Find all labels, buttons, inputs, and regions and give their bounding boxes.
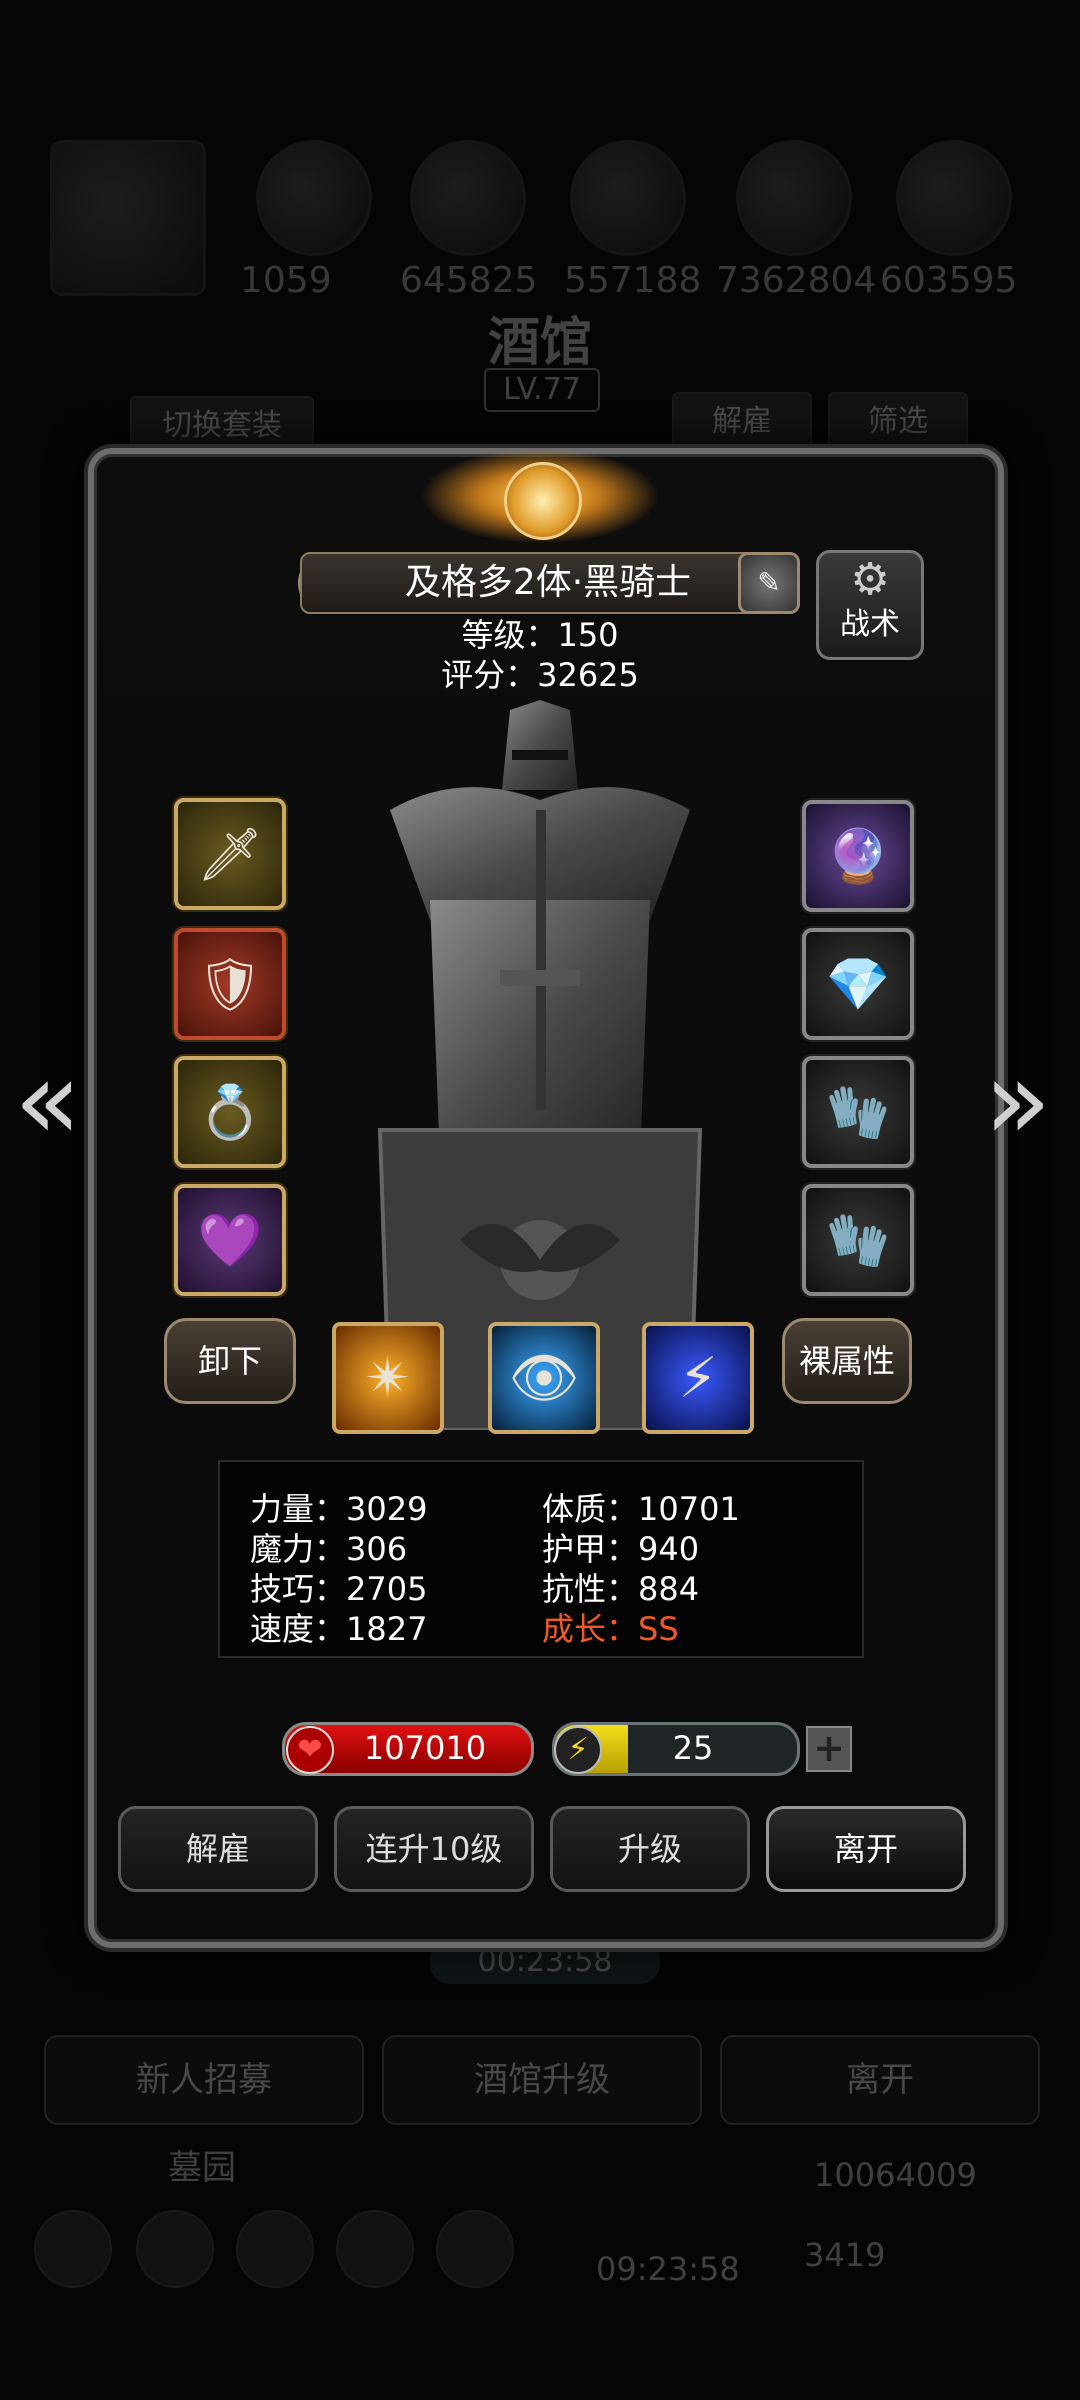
level-up-button[interactable]: 升级 [550, 1806, 750, 1892]
resource-icon [256, 140, 372, 256]
unequip-button[interactable]: 卸下 [164, 1318, 296, 1404]
weapon-slot[interactable]: 🗡 [174, 798, 286, 910]
dismiss-tab[interactable]: 解雇 [672, 392, 812, 452]
stat-speed: 速度：1827 [250, 1610, 428, 1648]
clock: 09:23:58 [596, 2250, 740, 2288]
golden-shield-skill-icon: ✴ [364, 1345, 412, 1411]
nav-icon[interactable] [236, 2210, 314, 2288]
energy-value: 25 [672, 1729, 714, 1767]
hero-name: 及格多2体·黑骑士 [300, 552, 796, 614]
hero-score: 评分：32625 [441, 656, 639, 694]
dismiss-button[interactable]: 解雇 [118, 1806, 318, 1892]
gauntlet-slot[interactable]: 🧤 [802, 1184, 914, 1296]
gold-value: 10064009 [814, 2156, 977, 2194]
base-attributes-button[interactable]: 裸属性 [782, 1318, 912, 1404]
previous-hero-arrow-icon[interactable]: « [14, 1040, 81, 1160]
stats-panel: 力量：3029 魔力：306 技巧：2705 速度：1827 体质：10701 … [218, 1460, 864, 1658]
next-hero-arrow-icon[interactable]: » [984, 1040, 1051, 1160]
resource-icon [570, 140, 686, 256]
dark-amulet-icon: 🔮 [825, 826, 891, 887]
switch-outfit-button[interactable]: 切换套装 [130, 396, 314, 456]
tavern-upgrade-button[interactable]: 酒馆升级 [382, 2035, 702, 2125]
hero-avatar [50, 140, 206, 296]
gauntlet-slot[interactable]: 🧤 [802, 1056, 914, 1168]
resource-value: 1059 [240, 260, 332, 301]
armor-slot[interactable]: 🛡 [174, 928, 286, 1040]
filter-tab[interactable]: 筛选 [828, 392, 968, 452]
resource-value: 7362804 [716, 260, 877, 301]
stat-growth: 成长：SS [542, 1610, 679, 1648]
level-up-10-button[interactable]: 连升10级 [334, 1806, 534, 1892]
resource-icon [736, 140, 852, 256]
sun-emblem-icon [504, 462, 582, 540]
ring-slot[interactable]: 💜 [174, 1184, 286, 1296]
resource-value: 645825 [400, 260, 538, 301]
resource-icon [896, 140, 1012, 256]
accessory-slot[interactable]: 💎 [802, 928, 914, 1040]
crystal-shard-icon: 💎 [825, 954, 891, 1015]
lightning-slash-skill-icon: ⚡ [678, 1345, 718, 1411]
spear-icon: 🗡 [196, 824, 263, 885]
tavern-title: 酒馆 [487, 313, 592, 373]
edit-icon[interactable]: ✎ [738, 552, 800, 614]
resource-value: 603595 [880, 260, 1018, 301]
leave-button[interactable]: 离开 [766, 1806, 966, 1892]
skill-slot[interactable]: ⚡ [642, 1322, 754, 1434]
lightning-icon: ⚡ [554, 1726, 602, 1774]
armor-icon: 🛡 [196, 954, 263, 1015]
gem-value: 3419 [804, 2236, 886, 2274]
gauntlet-icon: 🧤 [825, 1082, 891, 1143]
leave-tavern-button[interactable]: 离开 [720, 2035, 1040, 2125]
nav-icon[interactable] [336, 2210, 414, 2288]
cemetery-label: 墓园 [168, 2148, 236, 2188]
recruit-button[interactable]: 新人招募 [44, 2035, 364, 2125]
amulet-slot[interactable]: 🔮 [802, 800, 914, 912]
hp-value: 107010 [363, 1729, 487, 1767]
ring-slot[interactable]: 💍 [174, 1056, 286, 1168]
skill-slot[interactable]: ✴ [332, 1322, 444, 1434]
resource-icon [410, 140, 526, 256]
gear-icon: ⚙ [850, 554, 890, 605]
nav-icon[interactable] [136, 2210, 214, 2288]
skill-slot[interactable]: 👁 [488, 1322, 600, 1434]
emerald-ring-icon: 💍 [197, 1082, 263, 1143]
heart-icon: ❤ [286, 1726, 334, 1774]
blue-eye-skill-icon: 👁 [508, 1346, 580, 1411]
tavern-level: LV.77 [484, 368, 600, 412]
add-energy-button[interactable]: + [806, 1726, 852, 1772]
resource-value: 557188 [564, 260, 702, 301]
purple-ring-icon: 💜 [197, 1210, 263, 1271]
black-knight-portrait [377, 700, 703, 1430]
gauntlet-icon: 🧤 [825, 1210, 891, 1271]
nav-icon[interactable] [436, 2210, 514, 2288]
nav-icon[interactable] [34, 2210, 112, 2288]
